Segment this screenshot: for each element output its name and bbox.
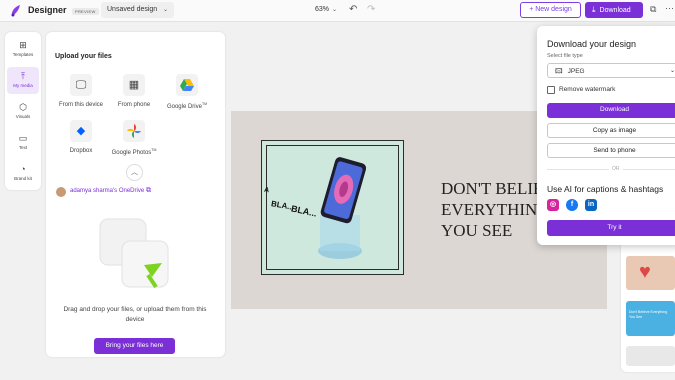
thumbnail-text: Don't Believe Everything You See bbox=[629, 310, 668, 319]
new-design-button[interactable]: + New design bbox=[520, 2, 581, 18]
rail-item-label: My media bbox=[13, 83, 33, 88]
rail-item-brand-kit[interactable]: ◔ Brand kit bbox=[7, 160, 39, 187]
text-icon: ▭ bbox=[18, 133, 28, 143]
download-button-label: Download bbox=[599, 7, 631, 14]
source-from-this-device[interactable]: 🖵 From this device bbox=[53, 74, 109, 108]
avatar bbox=[56, 187, 66, 197]
google-drive-icon bbox=[176, 74, 198, 96]
instagram-icon[interactable]: ◎ bbox=[547, 199, 559, 211]
image-icon: 🖾 bbox=[555, 68, 563, 75]
upload-title: Upload your files bbox=[55, 53, 112, 60]
linkedin-icon[interactable]: in bbox=[585, 199, 597, 211]
collapse-button[interactable]: ︿ bbox=[126, 164, 143, 181]
top-bar: Designer PREVIEW Unsaved design ⌄ 63% ⌄ ↶… bbox=[0, 0, 675, 22]
rail-item-label: Brand kit bbox=[14, 176, 32, 181]
remove-watermark-label: Remove watermark bbox=[559, 86, 616, 93]
visuals-icon: ⬡ bbox=[19, 102, 27, 112]
source-dropbox[interactable]: ◆ Dropbox bbox=[53, 120, 109, 154]
rail-item-label: Visuals bbox=[15, 114, 31, 119]
try-it-button[interactable]: Try it bbox=[547, 220, 675, 236]
undo-icon[interactable]: ↶ bbox=[349, 4, 357, 15]
source-google-drive[interactable]: Google DriveTM bbox=[159, 74, 215, 110]
app-name: Designer bbox=[28, 5, 67, 15]
document-name-dropdown[interactable]: Unsaved design ⌄ bbox=[101, 2, 174, 18]
preview-badge: PREVIEW bbox=[72, 8, 99, 15]
send-to-phone-button[interactable]: Send to phone bbox=[547, 143, 675, 158]
chevron-down-icon: ⌄ bbox=[162, 7, 168, 13]
copy-as-image-button[interactable]: Copy as image bbox=[547, 123, 675, 138]
facebook-icon[interactable]: f bbox=[566, 199, 578, 211]
phone-ear-illustration bbox=[318, 157, 367, 259]
suggestion-thumbnail[interactable]: Don't Believe Everything You See bbox=[626, 301, 675, 336]
templates-icon: ⊞ bbox=[19, 40, 27, 50]
document-name-label: Unsaved design bbox=[107, 6, 158, 13]
source-label: From this device bbox=[58, 102, 103, 108]
account-label: adamya sharma's OneDrive bbox=[70, 188, 145, 194]
suggestions-strip: ♥ Don't Believe Everything You See bbox=[621, 240, 675, 372]
monitor-icon: 🖵 bbox=[70, 74, 92, 96]
file-type-value: JPEG bbox=[567, 68, 585, 75]
chevron-up-icon: ︿ bbox=[131, 169, 138, 176]
external-link-icon: ⧉ bbox=[146, 187, 151, 194]
share-icon[interactable]: ⧉ bbox=[650, 4, 656, 15]
qr-code-icon: ▦ bbox=[123, 74, 145, 96]
rail-item-my-media[interactable]: ⤒ My media bbox=[7, 67, 39, 94]
zoom-level: 63% bbox=[315, 6, 330, 13]
upload-icon: ⤒ bbox=[21, 71, 25, 81]
suggestion-thumbnail[interactable] bbox=[626, 346, 675, 366]
upload-illustration bbox=[99, 218, 169, 289]
rail-item-templates[interactable]: ⊞ Templates bbox=[7, 36, 39, 63]
heart-icon: ♥ bbox=[639, 261, 651, 283]
download-panel-title: Download your design bbox=[547, 39, 637, 49]
rail-item-label: Text bbox=[18, 145, 28, 150]
source-label: Google DriveTM bbox=[166, 102, 208, 110]
my-media-panel: Upload your files 🖵 From this device ▦ F… bbox=[46, 32, 225, 357]
rail-item-visuals[interactable]: ⬡ Visuals bbox=[7, 98, 39, 125]
download-confirm-button[interactable]: Download bbox=[547, 103, 675, 118]
download-panel: Download your design Select file type 🖾 J… bbox=[537, 26, 675, 245]
zoom-dropdown[interactable]: 63% ⌄ bbox=[315, 6, 337, 13]
rail-item-label: Templates bbox=[12, 52, 34, 57]
download-button[interactable]: ⤓ Download bbox=[585, 2, 643, 18]
brand-kit-icon: ◔ bbox=[20, 164, 26, 174]
ai-captions-title: Use AI for captions & hashtags bbox=[547, 184, 664, 194]
drop-instructions: Drag and drop your files, or upload them… bbox=[63, 306, 207, 323]
remove-watermark-checkbox[interactable] bbox=[547, 86, 555, 94]
redo-icon[interactable]: ↷ bbox=[367, 4, 375, 15]
or-label: OR bbox=[609, 166, 623, 172]
source-label: From phone bbox=[117, 102, 151, 108]
source-from-phone[interactable]: ▦ From phone bbox=[106, 74, 162, 108]
bring-files-button[interactable]: Bring your files here bbox=[94, 338, 175, 354]
file-type-select[interactable]: 🖾 JPEG ⌄ bbox=[547, 63, 675, 78]
download-icon: ⤓ bbox=[592, 5, 596, 14]
chevron-down-icon: ⌄ bbox=[669, 68, 675, 74]
rail-item-text[interactable]: ▭ Text bbox=[7, 129, 39, 156]
bla-text-1: A bbox=[263, 186, 270, 195]
chevron-down-icon: ⌄ bbox=[332, 7, 338, 13]
source-label: Dropbox bbox=[69, 148, 93, 154]
left-rail: ⊞ Templates ⤒ My media ⬡ Visuals ▭ Text … bbox=[5, 32, 41, 190]
designer-logo-icon bbox=[11, 5, 20, 17]
suggestion-thumbnail[interactable]: ♥ bbox=[626, 256, 675, 290]
file-type-label: Select file type bbox=[547, 53, 583, 59]
dropbox-icon: ◆ bbox=[70, 120, 92, 142]
google-photos-icon bbox=[123, 120, 145, 142]
more-icon[interactable]: ⋯ bbox=[665, 3, 674, 14]
source-google-photos[interactable]: Google PhotosTM bbox=[106, 120, 162, 156]
source-label: Google PhotosTM bbox=[111, 148, 157, 156]
